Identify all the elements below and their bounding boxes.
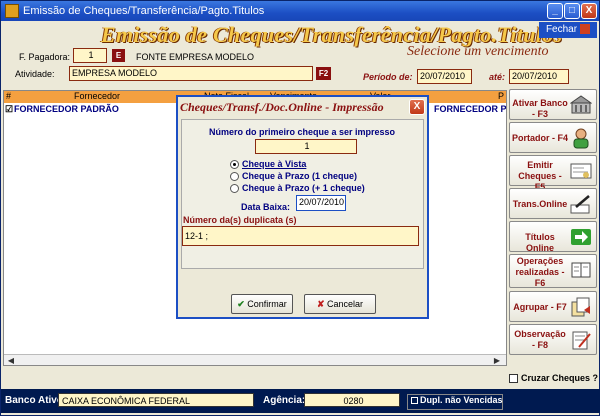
- dialog-title: Cheques/Transf./Doc.Online - Impressão: [178, 97, 427, 117]
- bank-icon: [570, 95, 592, 114]
- row-checkbox[interactable]: ☑: [5, 104, 13, 115]
- portador-button[interactable]: Portador - F4: [509, 122, 597, 153]
- status-footer: Banco Ativo: CAIXA ECONÔMICA FEDERAL Agê…: [1, 389, 600, 413]
- pen-icon: [570, 195, 590, 214]
- periodo-ate-input[interactable]: 20/07/2010: [509, 69, 569, 84]
- person-icon: [573, 128, 589, 149]
- ativar-banco-label: Ativar Banco - F3: [512, 98, 568, 119]
- arrow-right-icon: [571, 229, 591, 245]
- x-icon: ✘: [316, 299, 325, 309]
- ativar-banco-button[interactable]: Ativar Banco - F3: [509, 89, 597, 120]
- cheque-icon: [570, 163, 592, 179]
- radio-dot[interactable]: [230, 184, 239, 194]
- f-pagadora-input[interactable]: 1: [73, 48, 107, 63]
- empresa-name: FONTE EMPRESA MODELO: [136, 52, 255, 62]
- trans-online-label: Trans.Online: [512, 199, 568, 209]
- agencia-label: Agência:: [263, 395, 306, 406]
- fechar-button[interactable]: Fechar: [539, 22, 597, 38]
- atividade-input[interactable]: EMPRESA MODELO: [69, 66, 313, 81]
- observacao-label: Observação - F8: [514, 329, 566, 350]
- check-icon: ✔: [237, 299, 245, 309]
- f-pagadora-label: F. Pagadora:: [19, 52, 71, 62]
- operacoes-realizadas-label: Operações realizadas - F6: [515, 256, 565, 288]
- data-baixa-input[interactable]: 20/07/2010: [296, 195, 346, 211]
- window-title: Emissão de Cheques/Transferência/Pagto.T…: [23, 5, 265, 17]
- fechar-label: Fechar: [545, 24, 578, 35]
- confirmar-button[interactable]: ✔ Confirmar: [231, 294, 293, 314]
- periodo-de-input[interactable]: 20/07/2010: [417, 69, 472, 84]
- duplicata-input[interactable]: 12-1 ;: [182, 226, 419, 246]
- radio-cheque-prazo-1[interactable]: Cheque à Prazo (1 cheque): [230, 171, 357, 182]
- ate-label: até:: [489, 72, 506, 82]
- cruzar-checkbox-box[interactable]: [509, 374, 518, 384]
- portador-label: Portador - F4: [512, 133, 569, 143]
- dupl-indicator-icon: [411, 396, 418, 404]
- col-header-p: P: [498, 91, 505, 101]
- agrupar-label: Agrupar - F7: [513, 302, 567, 312]
- data-baixa-label: Data Baixa:: [241, 202, 291, 212]
- first-cheque-input[interactable]: 1: [255, 139, 357, 154]
- agencia-value: 0280: [304, 393, 400, 407]
- action-sidebar: Ativar Banco - F3 Portador - F4 Emitir C…: [507, 89, 600, 389]
- duplicata-label: Número da(s) duplicata (s): [183, 215, 297, 225]
- scroll-left-icon[interactable]: ◀: [6, 356, 16, 365]
- dialog-close-button[interactable]: X: [409, 99, 425, 115]
- titulos-online-button[interactable]: Títulos Online: [509, 221, 597, 253]
- operacoes-realizadas-button[interactable]: Operações realizadas - F6: [509, 254, 597, 288]
- scroll-right-icon[interactable]: ▶: [492, 356, 502, 365]
- trans-online-button[interactable]: Trans.Online: [509, 188, 597, 219]
- page-subtitle: Selecione um vencimento: [407, 44, 549, 59]
- atividade-lookup-button[interactable]: F2: [316, 67, 331, 80]
- titulos-online-label: Títulos Online: [525, 232, 555, 253]
- atividade-label: Atividade:: [15, 69, 55, 79]
- f-pagadora-lookup-button[interactable]: E: [112, 49, 125, 62]
- emitir-cheques-button[interactable]: Emitir Cheques - F5: [509, 155, 597, 192]
- col-header-fornecedor: Fornecedor: [74, 91, 121, 101]
- cruzar-cheques-checkbox[interactable]: Cruzar Cheques ?: [509, 373, 599, 386]
- cruzar-label: Cruzar Cheques ?: [521, 373, 599, 383]
- app-icon: [5, 4, 19, 18]
- observacao-button[interactable]: Observação - F8: [509, 324, 597, 355]
- impressao-dialog: Cheques/Transf./Doc.Online - Impressão X…: [176, 95, 429, 319]
- group-icon: [571, 297, 590, 317]
- row-fornecedor: FORNECEDOR PADRÃO: [14, 104, 119, 114]
- radio-cheque-prazo-mais-1[interactable]: Cheque à Prazo (+ 1 cheque): [230, 183, 365, 194]
- dupl-nao-vencidas[interactable]: Dupl. não Vencidas: [407, 394, 503, 410]
- main-window: Emissão de Cheques/Transferência/Pagto.T…: [0, 0, 600, 416]
- cancelar-button[interactable]: ✘ Cancelar: [304, 294, 376, 314]
- periodo-label: Período de:: [363, 72, 413, 82]
- radio-dot[interactable]: [230, 172, 239, 182]
- agrupar-button[interactable]: Agrupar - F7: [509, 291, 597, 322]
- row-fornecedor-right: FORNECEDOR PAD: [434, 104, 506, 114]
- minimize-button[interactable]: _: [547, 3, 563, 19]
- book-icon: [571, 262, 591, 278]
- maximize-button[interactable]: □: [564, 3, 580, 19]
- title-bar: Emissão de Cheques/Transferência/Pagto.T…: [1, 1, 599, 21]
- radio-cheque-a-vista[interactable]: Cheque à Vista: [230, 159, 306, 170]
- notes-icon: [572, 331, 591, 350]
- col-header-index: #: [6, 91, 12, 101]
- banco-ativo-value: CAIXA ECONÔMICA FEDERAL: [58, 393, 254, 407]
- dupl-label: Dupl. não Vencidas: [420, 395, 503, 405]
- horizontal-scrollbar[interactable]: ◀ ▶: [4, 354, 506, 365]
- close-icon: [580, 24, 591, 35]
- radio-dot-selected[interactable]: [230, 160, 239, 170]
- first-cheque-label: Número do primeiro cheque a ser impresso: [209, 127, 396, 137]
- close-window-button[interactable]: X: [581, 3, 597, 19]
